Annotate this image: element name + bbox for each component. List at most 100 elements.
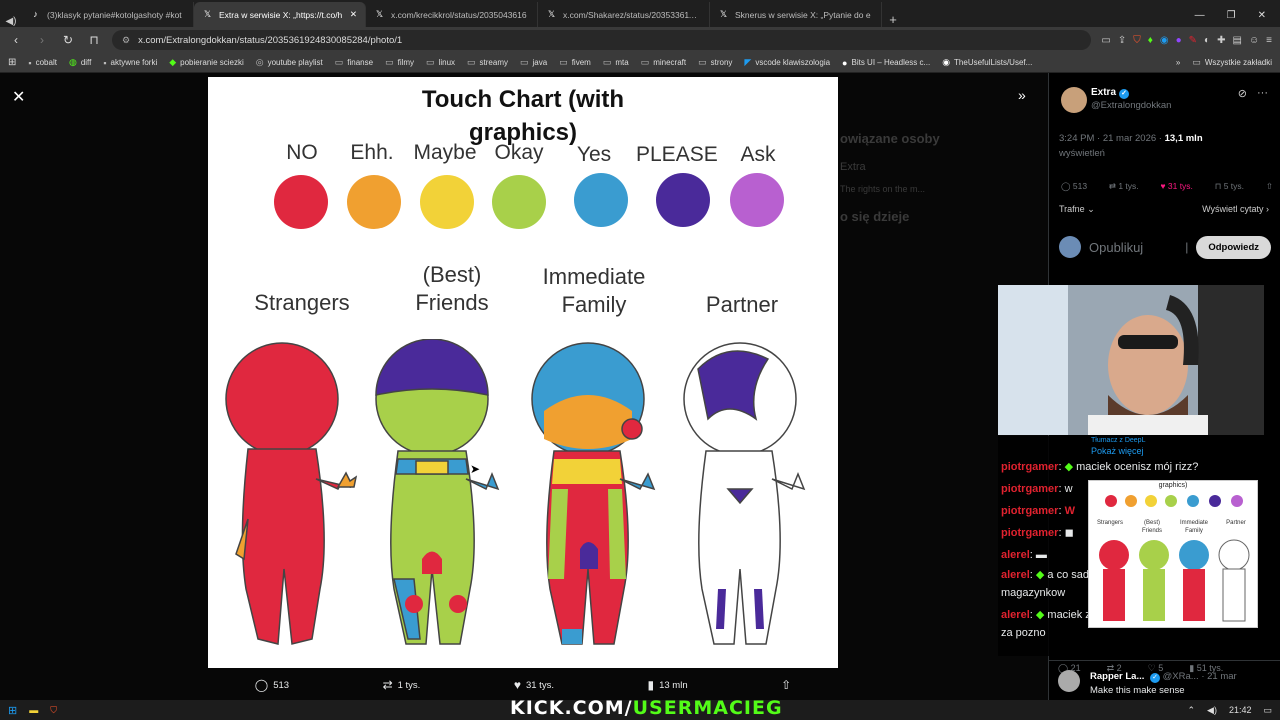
browser-tab-bar: ◀) ♪ (3)klasyk pytanie#kotolgashoty #kot … [0, 0, 1280, 27]
avatar[interactable] [1058, 670, 1080, 692]
bookmark-folder[interactable]: ▭ strony [698, 57, 732, 68]
bookmark-folder[interactable]: ▭ streamy [467, 57, 508, 68]
author-name[interactable]: Extra ✓ [1091, 87, 1130, 99]
quotes-link[interactable]: Wyświetl cytaty › [1202, 204, 1269, 215]
bookmark-folder[interactable]: ▭ minecraft [641, 57, 686, 68]
reply-submit-button[interactable]: Odpowiedz [1196, 235, 1271, 259]
window-controls: — ❐ ✕ [1181, 10, 1280, 27]
share-button[interactable]: ⇧ [781, 678, 791, 692]
bookmark-folder[interactable]: ▭ filmy [385, 57, 414, 68]
reload-icon[interactable]: ↻ [60, 33, 76, 47]
apps-icon[interactable]: ⊞ [8, 57, 16, 68]
sidebar-icon[interactable]: ▤ [1232, 35, 1241, 46]
extension-icon[interactable]: ◐ [1204, 35, 1210, 46]
bookmark-folder[interactable]: ▭ finanse [335, 57, 373, 68]
tab-2[interactable]: 𝕏x.com/krecikkrol/status/2035043616 [366, 2, 538, 27]
share-icon[interactable]: ⇪ [1118, 35, 1126, 46]
show-more-link[interactable]: Pokaż więcej [1001, 446, 1261, 456]
bookmark-folder[interactable]: ▭ fivem [559, 57, 591, 68]
reply-icon: ◯ [254, 678, 269, 692]
photo-action-bar: ◯ 513 ⇄ 1 tys. ♥ 31 tys. ▮ 13 mln ⇧ [208, 673, 838, 697]
vscode-icon: ◤ [744, 57, 752, 67]
close-icon[interactable]: ✕ [12, 87, 25, 107]
address-input[interactable]: ⚙ x.com/Extralongdokkan/status/203536192… [112, 30, 1092, 50]
mouse-cursor-icon: ➤ [470, 462, 481, 476]
speaker-icon[interactable]: ◀) [0, 16, 22, 27]
more-bookmarks-icon[interactable]: » [1176, 58, 1180, 67]
bookmark-item[interactable]: ▪ cobalt [28, 58, 57, 68]
bookmark-folder[interactable]: ▭ java [520, 57, 547, 68]
like-button[interactable]: ♥ 31 tys. [514, 678, 554, 692]
start-icon[interactable]: ⊞ [8, 704, 17, 717]
extension-icon[interactable]: ● [1176, 35, 1182, 46]
bookmark-item[interactable]: ▪ aktywne forki [103, 58, 157, 68]
views-label: wyświetleń [1059, 148, 1105, 159]
repost-button[interactable]: ⇄ 1 tys. [383, 678, 421, 692]
forward-icon[interactable]: › [34, 33, 50, 47]
close-window-icon[interactable]: ✕ [1258, 10, 1266, 21]
reply-stat[interactable]: ◯ 513 [1061, 181, 1087, 192]
tab-3[interactable]: 𝕏x.com/Shakarez/status/20353361123 [538, 2, 710, 27]
bookmark-stat[interactable]: ⊓ 5 tys. [1215, 181, 1244, 192]
puzzle-icon[interactable]: ✚ [1217, 35, 1225, 46]
menu-icon[interactable]: ≡ [1266, 35, 1272, 46]
back-icon[interactable]: ‹ [8, 33, 24, 47]
tab-label: x.com/krecikkrol/status/2035043616 [391, 9, 527, 20]
like-stat[interactable]: ♥ 31 tys. [1160, 181, 1192, 192]
folder-icon: ▭ [698, 57, 707, 67]
new-tab-button[interactable]: + [882, 12, 904, 27]
kick-overlay-text: KICK.COM/USERMACIEG [510, 697, 783, 719]
tab-1[interactable]: 𝕏 Extra w serwisie X: „https://t.co/h ✕ [194, 2, 366, 27]
bookmark-page-icon[interactable]: ⊓ [86, 33, 102, 47]
bookmark-item[interactable]: ◤ vscode klawiszologia [744, 57, 830, 68]
views-button[interactable]: ▮ 13 mln [647, 678, 687, 692]
restore-icon[interactable]: ❐ [1227, 10, 1236, 21]
tweet-meta: 3:24 PM · 21 mar 2026 · 13,1 mln [1059, 133, 1203, 144]
tab-0[interactable]: ♪ (3)klasyk pytanie#kotolgashoty #kot [22, 2, 194, 27]
expand-sidebar-icon[interactable]: » [1018, 87, 1026, 103]
profile-icon[interactable]: ☺ [1249, 35, 1259, 46]
cast-icon[interactable]: ▭ [1101, 35, 1110, 46]
author-handle[interactable]: @Extralongdokkan [1091, 100, 1171, 111]
close-tab-icon[interactable]: ✕ [350, 9, 357, 20]
reply-item[interactable]: ◯ 21 ⇄ 2 ♡ 5 ▮ 51 tys. Rapper La... ✓ @X… [1048, 660, 1280, 700]
translate-link[interactable]: Tłumacz z DeepL [1001, 436, 1261, 446]
grok-icon[interactable]: ⊘ [1238, 87, 1247, 100]
notifications-icon[interactable]: ▭ [1263, 705, 1272, 716]
extension-icon[interactable]: ♦ [1148, 35, 1153, 46]
more-icon[interactable]: ··· [1257, 87, 1268, 100]
bookmark-item[interactable]: ◎ youtube playlist [256, 57, 323, 68]
bookmark-folder[interactable]: ▭ linux [426, 57, 455, 68]
chat-message: piotrgamer: ◆ maciek ocenisz mój rizz? [1001, 461, 1199, 473]
extension-icon[interactable]: ◉ [1160, 35, 1169, 46]
repost-stat[interactable]: ⇄ 1 tys. [1109, 181, 1139, 192]
bookmark-item[interactable]: ◉ TheUsefulLists/Usef... [942, 57, 1032, 68]
level-label: Ehh. [350, 141, 394, 164]
site-info-icon[interactable]: ⚙ [122, 35, 130, 46]
chart-title: Touch Chart (with graphics) [421, 86, 625, 146]
reply-button[interactable]: ◯ 513 [255, 678, 289, 692]
sort-dropdown[interactable]: Trafne ⌄ [1059, 204, 1095, 215]
brave-shield-icon[interactable]: ⛉ [1133, 35, 1141, 46]
webcam-overlay [998, 285, 1264, 435]
tab-4[interactable]: 𝕏 Sknerus w serwisie X: „Pytanie do e [710, 2, 882, 27]
reply-input[interactable]: Opublikuj [1089, 240, 1177, 255]
browser-taskbar-icon[interactable]: ⛉ [50, 705, 57, 716]
all-bookmarks[interactable]: ▭ Wszystkie zakładki [1192, 57, 1272, 68]
bookmark-item[interactable]: ◍ diff [69, 57, 91, 68]
bookmark-folder[interactable]: ▭ mta [603, 57, 629, 68]
level-label: Maybe [413, 141, 477, 164]
bookmark-item[interactable]: ● Bits UI – Headless c... [842, 58, 930, 68]
address-bar-row: ‹ › ↻ ⊓ ⚙ x.com/Extralongdokkan/status/2… [0, 27, 1280, 53]
file-explorer-icon[interactable]: ▬ [29, 705, 38, 715]
views-icon: ▮ [647, 678, 655, 692]
photo-viewer: ✕ owiązane osoby Extra The rights on the… [0, 73, 1048, 700]
tiktok-icon: ♪ [33, 9, 38, 19]
extension-icon[interactable]: ✎ [1189, 35, 1197, 46]
share-icon[interactable]: ⇧ [1266, 181, 1273, 192]
speaker-tray-icon[interactable]: ◀) [1207, 705, 1217, 716]
minimize-icon[interactable]: — [1195, 10, 1205, 21]
avatar[interactable] [1061, 87, 1087, 113]
bookmark-item[interactable]: ◆ pobieranie sciezki [169, 57, 244, 68]
tray-up-icon[interactable]: ⌃ [1187, 705, 1195, 716]
